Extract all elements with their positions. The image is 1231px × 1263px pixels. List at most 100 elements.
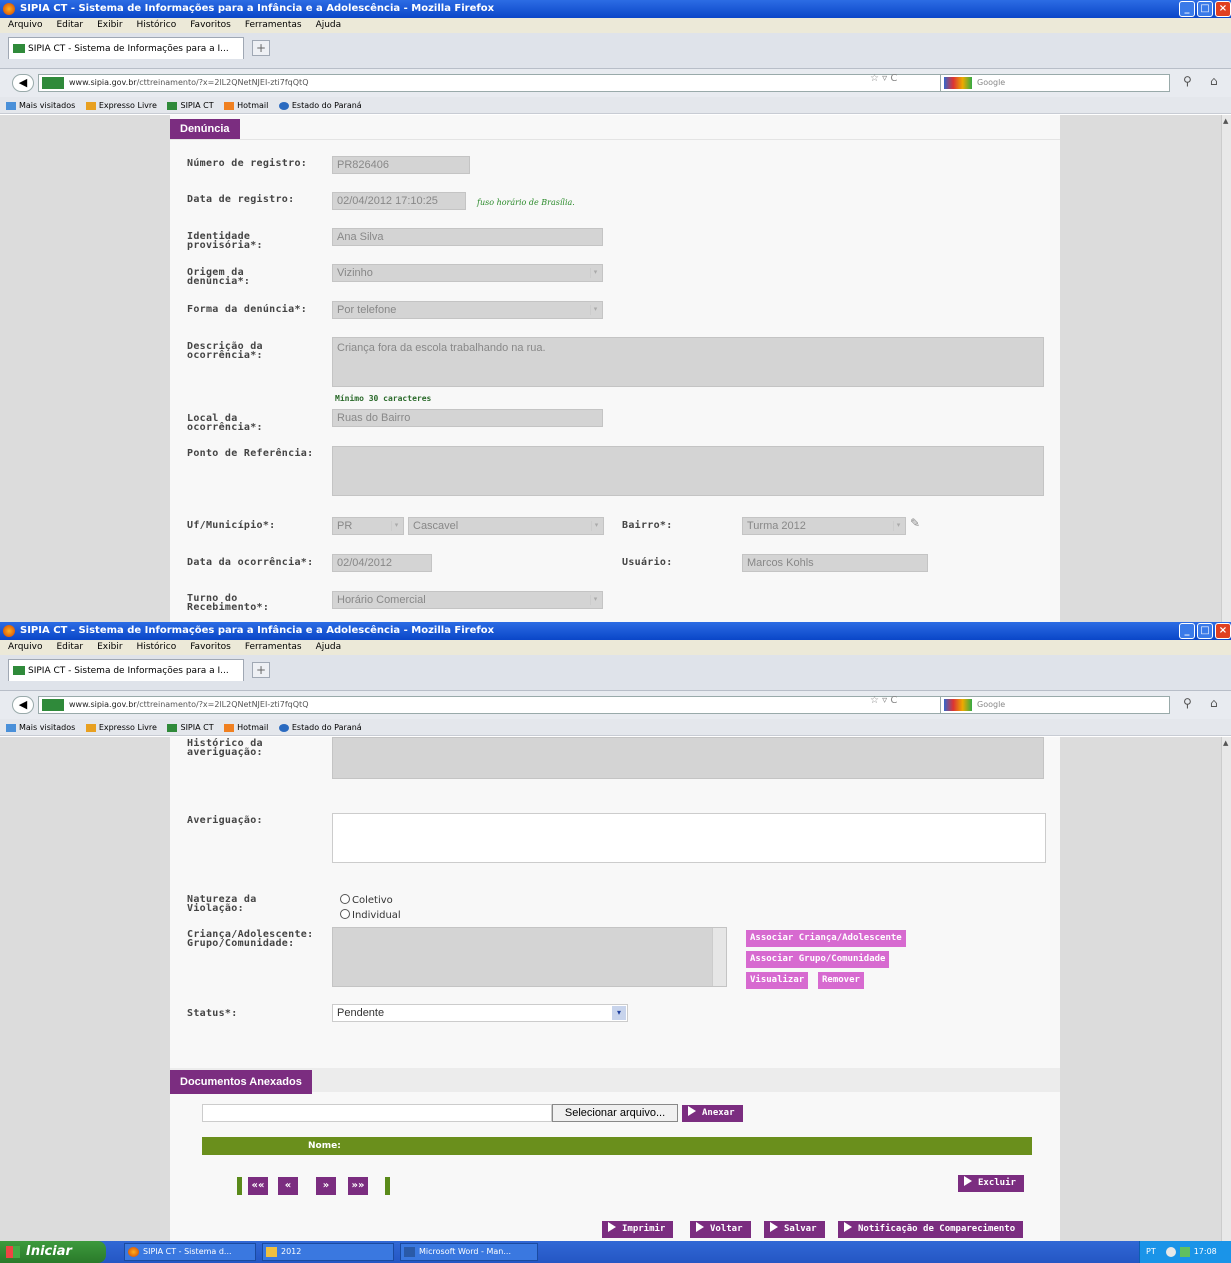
nome-column-header: Nome: bbox=[308, 1141, 341, 1151]
radio-circle-icon[interactable] bbox=[340, 894, 350, 904]
search-box[interactable]: Google bbox=[940, 696, 1170, 714]
salvar-button[interactable]: Salvar bbox=[764, 1221, 825, 1238]
crianca-grupo-listbox[interactable] bbox=[332, 927, 727, 987]
excluir-button[interactable]: Excluir bbox=[958, 1175, 1024, 1192]
radio-individual[interactable]: Individual bbox=[340, 909, 401, 921]
bairro-select[interactable]: Turma 2012 ▾ bbox=[742, 517, 906, 535]
url-bar[interactable]: www.sipia.gov.br/cttreinamento/?x=2lL2QN… bbox=[38, 74, 998, 92]
notificacao-comparecimento-button[interactable]: Notificação de Comparecimento bbox=[838, 1221, 1024, 1238]
url-bar[interactable]: www.sipia.gov.br/cttreinamento/?x=2lL2QN… bbox=[38, 696, 998, 714]
new-tab-button[interactable]: + bbox=[252, 662, 270, 678]
file-path-input[interactable] bbox=[202, 1104, 552, 1122]
search-icon[interactable]: ⚲ bbox=[1183, 74, 1192, 88]
search-icon[interactable]: ⚲ bbox=[1183, 696, 1192, 710]
associar-grupo-button[interactable]: Associar Grupo/Comunidade bbox=[746, 951, 890, 968]
scroll-up-icon[interactable]: ▲ bbox=[1223, 739, 1228, 747]
bookmark-hotmail[interactable]: Hotmail bbox=[224, 723, 268, 732]
menu-favoritos[interactable]: Favoritos bbox=[190, 642, 231, 652]
search-box[interactable]: Google bbox=[940, 74, 1170, 92]
home-icon[interactable]: ⌂ bbox=[1210, 696, 1218, 710]
monitor-icon[interactable] bbox=[1179, 1246, 1190, 1257]
menu-favoritos[interactable]: Favoritos bbox=[190, 20, 231, 30]
site-identity-icon[interactable] bbox=[42, 77, 64, 89]
select-file-button[interactable]: Selecionar arquivo... bbox=[552, 1104, 678, 1122]
scroll-up-icon[interactable]: ▲ bbox=[1223, 117, 1228, 125]
remover-button[interactable]: Remover bbox=[818, 972, 864, 989]
menu-editar[interactable]: Editar bbox=[56, 642, 83, 652]
browser-tab[interactable]: SIPIA CT - Sistema de Informações para a… bbox=[8, 37, 244, 59]
forma-denuncia-select[interactable]: Por telefone ▾ bbox=[332, 301, 603, 319]
bookmark-sipia-ct[interactable]: SIPIA CT bbox=[167, 723, 214, 732]
start-button[interactable]: Iniciar bbox=[0, 1241, 106, 1263]
bookmark-star-icon[interactable]: ☆ ▿ C bbox=[870, 73, 897, 84]
bookmark-mais-visitados[interactable]: Mais visitados bbox=[6, 101, 75, 110]
bookmark-hotmail[interactable]: Hotmail bbox=[224, 101, 268, 110]
menu-ferramentas[interactable]: Ferramentas bbox=[245, 20, 302, 30]
menu-arquivo[interactable]: Arquivo bbox=[8, 20, 42, 30]
page-scrollbar[interactable]: ▲ bbox=[1221, 115, 1231, 622]
origem-denuncia-select[interactable]: Vizinho ▾ bbox=[332, 264, 603, 282]
bookmark-estado-parana[interactable]: Estado do Paraná bbox=[278, 101, 362, 110]
menu-ajuda[interactable]: Ajuda bbox=[316, 642, 342, 652]
voltar-button[interactable]: Voltar bbox=[690, 1221, 751, 1238]
menu-exibir[interactable]: Exibir bbox=[97, 642, 122, 652]
listbox-scrollbar[interactable] bbox=[712, 928, 726, 986]
menu-historico[interactable]: Histórico bbox=[137, 20, 177, 30]
home-icon[interactable]: ⌂ bbox=[1210, 74, 1218, 88]
next-page-button[interactable]: » bbox=[316, 1177, 336, 1195]
close-icon[interactable]: × bbox=[1215, 1, 1231, 17]
browser-tab[interactable]: SIPIA CT - Sistema de Informações para a… bbox=[8, 659, 244, 681]
descricao-ocorrencia-textarea[interactable]: Criança fora da escola trabalhando na ru… bbox=[332, 337, 1044, 387]
menu-ajuda[interactable]: Ajuda bbox=[316, 20, 342, 30]
taskbar-item-firefox[interactable]: SIPIA CT - Sistema d... bbox=[124, 1243, 256, 1261]
menu-exibir[interactable]: Exibir bbox=[97, 20, 122, 30]
edit-bairro-icon[interactable]: ✎ bbox=[910, 516, 920, 530]
chevron-down-icon[interactable]: ▾ bbox=[612, 1006, 626, 1020]
menu-historico[interactable]: Histórico bbox=[137, 642, 177, 652]
page-scrollbar[interactable]: ▲ bbox=[1221, 737, 1231, 1241]
associar-crianca-button[interactable]: Associar Criança/Adolescente bbox=[746, 930, 906, 947]
first-page-button[interactable]: «« bbox=[248, 1177, 268, 1195]
taskbar-item-word[interactable]: Microsoft Word - Man... bbox=[400, 1243, 538, 1261]
last-page-button[interactable]: »» bbox=[348, 1177, 368, 1195]
data-ocorrencia-input[interactable]: 02/04/2012 bbox=[332, 554, 432, 572]
taskbar-item-folder[interactable]: 2012 bbox=[262, 1243, 394, 1261]
uf-select[interactable]: PR ▾ bbox=[332, 517, 404, 535]
new-tab-button[interactable]: + bbox=[252, 40, 270, 56]
network-icon[interactable] bbox=[1165, 1246, 1176, 1257]
identidade-provisoria-input[interactable]: Ana Silva bbox=[332, 228, 603, 246]
back-arrow-icon[interactable]: ◀ bbox=[12, 74, 34, 92]
municipio-select[interactable]: Cascavel ▾ bbox=[408, 517, 604, 535]
menu-ferramentas[interactable]: Ferramentas bbox=[245, 642, 302, 652]
radio-coletivo[interactable]: Coletivo bbox=[340, 894, 393, 906]
site-identity-icon[interactable] bbox=[42, 699, 64, 711]
radio-circle-icon[interactable] bbox=[340, 909, 350, 919]
menu-arquivo[interactable]: Arquivo bbox=[8, 642, 42, 652]
minimize-icon[interactable]: _ bbox=[1179, 623, 1195, 639]
local-ocorrencia-input[interactable]: Ruas do Bairro bbox=[332, 409, 603, 427]
bookmark-expresso-livre[interactable]: Expresso Livre bbox=[85, 723, 157, 732]
status-select[interactable]: Pendente ▾ bbox=[332, 1004, 628, 1022]
back-arrow-icon[interactable]: ◀ bbox=[12, 696, 34, 714]
historico-averiguacao-textarea[interactable] bbox=[332, 737, 1044, 779]
bookmark-expresso-livre[interactable]: Expresso Livre bbox=[85, 101, 157, 110]
averiguacao-textarea[interactable] bbox=[332, 813, 1046, 863]
maximize-icon[interactable]: □ bbox=[1197, 1, 1213, 17]
minimize-icon[interactable]: _ bbox=[1179, 1, 1195, 17]
imprimir-button[interactable]: Imprimir bbox=[602, 1221, 674, 1238]
bookmark-estado-parana[interactable]: Estado do Paraná bbox=[278, 723, 362, 732]
bookmark-star-icon[interactable]: ☆ ▿ C bbox=[870, 695, 897, 706]
language-indicator[interactable]: PT bbox=[1146, 1247, 1156, 1256]
prev-page-button[interactable]: « bbox=[278, 1177, 298, 1195]
ponto-referencia-textarea[interactable] bbox=[332, 446, 1044, 496]
anexar-button[interactable]: Anexar bbox=[682, 1105, 743, 1122]
visualizar-button[interactable]: Visualizar bbox=[746, 972, 809, 989]
windows-taskbar: Iniciar SIPIA CT - Sistema d... 2012 Mic… bbox=[0, 1241, 1231, 1263]
folder-icon bbox=[6, 101, 16, 110]
bookmark-sipia-ct[interactable]: SIPIA CT bbox=[167, 101, 214, 110]
maximize-icon[interactable]: □ bbox=[1197, 623, 1213, 639]
menu-editar[interactable]: Editar bbox=[56, 20, 83, 30]
close-icon[interactable]: × bbox=[1215, 623, 1231, 639]
turno-recebimento-select[interactable]: Horário Comercial ▾ bbox=[332, 591, 603, 609]
bookmark-mais-visitados[interactable]: Mais visitados bbox=[6, 723, 75, 732]
